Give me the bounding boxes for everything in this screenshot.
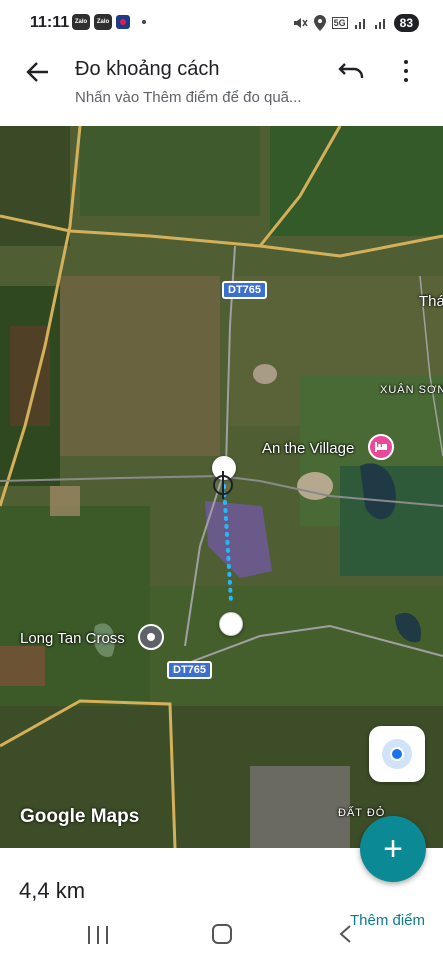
zalo-icon: Zalo bbox=[72, 14, 90, 30]
hotel-pin[interactable] bbox=[368, 434, 394, 460]
signal-icon bbox=[354, 19, 365, 29]
place-label: Thá bbox=[419, 293, 443, 310]
home-button[interactable] bbox=[212, 924, 232, 944]
page-title: Đo khoảng cách bbox=[75, 58, 220, 80]
my-location-icon bbox=[390, 747, 404, 761]
status-bar: 11:11 Zalo Zalo 5G 83 bbox=[0, 0, 443, 46]
notification-icons: Zalo Zalo bbox=[72, 14, 146, 30]
map-view[interactable]: DT765 DT765 Thá XUÂN SƠN ĐẤT ĐỎ An the V… bbox=[0, 126, 443, 848]
back-arrow-icon bbox=[26, 62, 48, 82]
location-icon bbox=[313, 15, 326, 31]
poi-label-longtan[interactable]: Long Tan Cross bbox=[20, 630, 125, 647]
more-notifications-icon bbox=[142, 20, 146, 24]
battery-icon: 83 bbox=[393, 14, 419, 32]
mute-icon bbox=[293, 18, 308, 28]
system-nav-bar bbox=[0, 918, 443, 960]
my-location-button[interactable] bbox=[369, 726, 425, 782]
road-shield: DT765 bbox=[167, 661, 213, 679]
measure-point-end[interactable] bbox=[219, 612, 243, 636]
place-label: ĐẤT ĐỎ bbox=[338, 807, 386, 819]
zalo-icon: Zalo bbox=[94, 14, 112, 30]
road-shield: DT765 bbox=[222, 281, 268, 299]
add-point-fab[interactable]: + bbox=[360, 816, 426, 882]
page-subtitle: Nhấn vào Thêm điểm để đo quã... bbox=[75, 89, 302, 106]
measure-crosshair-icon[interactable] bbox=[213, 471, 233, 499]
network-5g-icon: 5G bbox=[331, 17, 348, 29]
signal-icon bbox=[374, 19, 385, 29]
distance-readout: 4,4 km bbox=[19, 878, 86, 903]
add-icon: + bbox=[383, 830, 403, 868]
app-bar: Đo khoảng cách Nhấn vào Thêm điểm để đo … bbox=[0, 46, 443, 126]
back-button[interactable] bbox=[24, 60, 52, 84]
system-back-button[interactable] bbox=[338, 924, 352, 944]
pin-icon[interactable] bbox=[138, 624, 164, 650]
undo-icon bbox=[338, 63, 364, 78]
place-label: XUÂN SƠN bbox=[380, 384, 443, 396]
app-notification-icon bbox=[116, 15, 130, 29]
hotel-icon bbox=[375, 442, 387, 452]
status-time: 11:11 bbox=[30, 14, 70, 31]
recent-apps-button[interactable] bbox=[88, 926, 108, 944]
system-icons: 5G 83 bbox=[292, 14, 419, 32]
chevron-left-icon bbox=[339, 925, 351, 943]
poi-label-village[interactable]: An the Village bbox=[262, 440, 354, 457]
undo-button[interactable] bbox=[337, 60, 365, 82]
google-maps-logo: Google Maps bbox=[20, 806, 140, 827]
more-vert-icon bbox=[404, 60, 408, 64]
more-options-button[interactable] bbox=[396, 58, 416, 84]
